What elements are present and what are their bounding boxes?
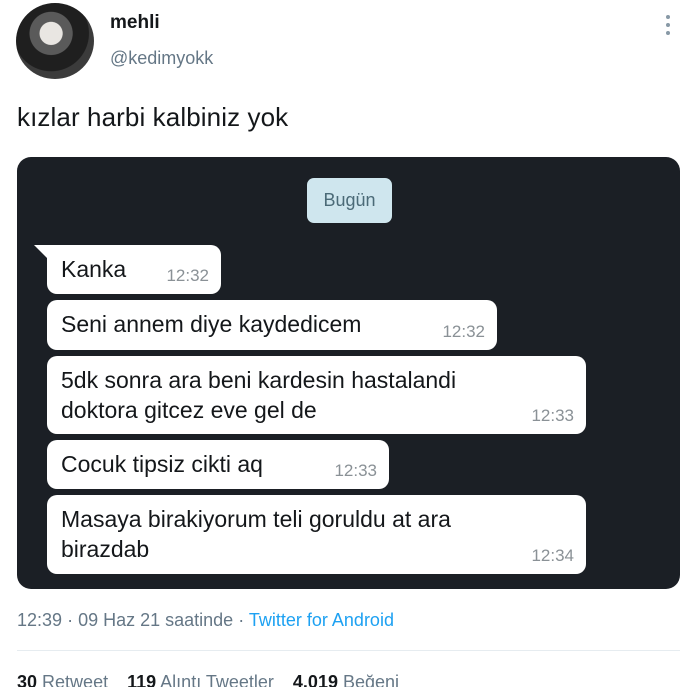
meta-separator: ·: [67, 610, 74, 630]
more-vertical-icon[interactable]: [658, 12, 678, 38]
bubble-tail: [34, 245, 48, 259]
chat-bubble: Seni annem diye kaydedicem 12:32: [47, 300, 497, 350]
message-text: Kanka: [61, 256, 127, 282]
date-chip: Bugün: [307, 178, 392, 223]
message-time: 12:32: [442, 322, 485, 341]
meta-separator: ·: [238, 610, 245, 630]
message-time: 12:34: [531, 546, 574, 565]
chat-bubble: Masaya birakiyorum teli goruldu at ara b…: [47, 495, 586, 574]
chat-bubble: 5dk sonra ara beni kardesin hastalandi d…: [47, 356, 586, 434]
message-text: Masaya birakiyorum teli goruldu at ara b…: [61, 506, 451, 562]
display-name[interactable]: mehli: [110, 12, 160, 34]
chat-bubble: Kanka 12:32: [47, 245, 221, 294]
tweet-text: kızlar harbi kalbiniz yok: [17, 102, 289, 132]
divider: [17, 650, 680, 651]
message-text: 5dk sonra ara beni kardesin hastalandi d…: [61, 367, 457, 423]
chat-bubble: Cocuk tipsiz cikti aq 12:33: [47, 440, 389, 489]
avatar[interactable]: [16, 3, 94, 79]
message-text: Cocuk tipsiz cikti aq: [61, 451, 263, 477]
tweet-stats: 30 Retweet 119 Alıntı Tweetler 4.019 Beğ…: [17, 672, 413, 687]
message-time: 12:33: [531, 406, 574, 425]
tweet-meta: 12:39 · 09 Haz 21 saatinde · Twitter for…: [17, 610, 394, 631]
message-text: Seni annem diye kaydedicem: [61, 311, 362, 337]
tweet-time[interactable]: 12:39: [17, 610, 62, 630]
message-time: 12:32: [166, 266, 209, 285]
message-time: 12:33: [334, 461, 377, 480]
tweet-source[interactable]: Twitter for Android: [249, 610, 394, 630]
handle[interactable]: @kedimyokk: [110, 48, 213, 69]
chat-screenshot[interactable]: Bugün Kanka 12:32 Seni annem diye kayded…: [17, 157, 680, 589]
tweet-date[interactable]: 09 Haz 21 saatinde: [78, 610, 233, 630]
retweets-stat[interactable]: 30 Retweet: [17, 672, 108, 687]
quotes-stat[interactable]: 119 Alıntı Tweetler: [127, 672, 274, 687]
likes-stat[interactable]: 4.019 Beğeni: [293, 672, 399, 687]
